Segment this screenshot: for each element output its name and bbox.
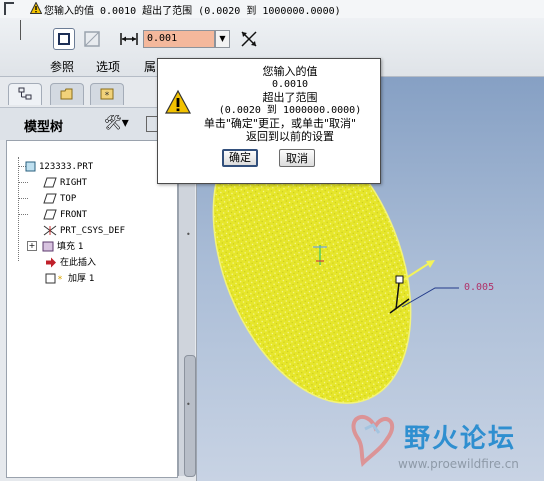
sash-grip[interactable]: • bbox=[186, 230, 191, 239]
favorites-tab[interactable]: * bbox=[90, 83, 124, 105]
tree-connector bbox=[18, 198, 28, 199]
tree-settings-icon[interactable]: 🛠▾ bbox=[104, 115, 129, 131]
cancel-button[interactable]: 取消 bbox=[279, 149, 315, 167]
model-tree-tab[interactable] bbox=[8, 83, 42, 105]
folder-icon bbox=[60, 88, 73, 100]
tab-properties[interactable]: 属 bbox=[144, 58, 156, 75]
dimension-value[interactable]: 0.005 bbox=[464, 282, 494, 293]
forum-logo-icon bbox=[351, 415, 395, 468]
dialog-message-line: 返回到以前的设置 bbox=[246, 130, 334, 143]
tree-item-part[interactable]: 123333.PRT bbox=[11, 142, 93, 172]
out-of-range-dialog: 您输入的值 0.0010 超出了范围 (0.0020 到 1000000.000… bbox=[157, 58, 381, 184]
model-tree-title: 模型树 bbox=[24, 120, 64, 135]
forum-watermark-url: www.proewildfire.cn bbox=[398, 457, 519, 471]
value-dropdown-button[interactable]: ▼ bbox=[215, 30, 230, 48]
solid-thicken-button[interactable] bbox=[53, 28, 75, 50]
tree-item-label: 加厚 1 bbox=[68, 274, 95, 284]
svg-text:*: * bbox=[58, 275, 63, 284]
drag-handle[interactable] bbox=[395, 275, 404, 284]
dashboard-divider bbox=[20, 20, 21, 40]
dialog-message-line: 超出了范围 bbox=[262, 91, 318, 104]
thicken-feature-icon: * bbox=[45, 273, 63, 284]
surface-icon bbox=[84, 31, 100, 47]
warning-small-icon bbox=[30, 2, 42, 14]
tree-item-top[interactable]: TOP bbox=[29, 174, 76, 204]
message-text: 您输入的值 0.0010 超出了范围 (0.0020 到 1000000.000… bbox=[44, 6, 341, 17]
message-bar: 您输入的值 0.0010 超出了范围 (0.0020 到 1000000.000… bbox=[0, 0, 544, 19]
favorites-icon: * bbox=[100, 88, 114, 101]
tree-item-right[interactable]: RIGHT bbox=[29, 158, 87, 188]
tree-item-insert-here[interactable]: 在此插入 bbox=[31, 238, 96, 268]
tab-options[interactable]: 选项 bbox=[96, 58, 120, 75]
sash-grip[interactable]: • bbox=[186, 400, 191, 409]
message-line-marker bbox=[4, 2, 14, 15]
tree-item-front[interactable]: FRONT bbox=[29, 190, 87, 220]
dialog-message-line: (0.0020 到 1000000.0000) bbox=[218, 105, 362, 116]
dialog-message-line: 0.0010 bbox=[271, 79, 309, 90]
tree-item-thicken[interactable]: * 加厚 1 bbox=[31, 254, 95, 284]
svg-text:*: * bbox=[105, 91, 110, 101]
scrollbar-thumb[interactable] bbox=[184, 355, 196, 477]
thickness-icon bbox=[118, 28, 140, 50]
ok-button[interactable]: 确定 bbox=[222, 149, 258, 167]
tree-item-csys[interactable]: PRT_CSYS_DEF bbox=[29, 206, 125, 236]
warning-icon bbox=[164, 89, 192, 114]
dialog-message-line: 单击"确定"更正，或单击"取消" bbox=[203, 117, 357, 130]
forum-watermark-text: 野火论坛 bbox=[404, 424, 517, 454]
tree-item-fill[interactable]: + 填充 1 bbox=[13, 222, 84, 252]
dialog-message-line: 您输入的值 bbox=[262, 65, 318, 78]
tree-connector bbox=[18, 182, 28, 183]
tree-connector bbox=[18, 214, 28, 215]
surface-remove-button[interactable] bbox=[81, 28, 103, 50]
tab-references[interactable]: 参照 bbox=[50, 58, 74, 75]
model-tree: 123333.PRT RIGHT TOP FRONT PRT_CSYS_DEF … bbox=[6, 140, 178, 478]
flip-direction-icon bbox=[241, 31, 257, 47]
model-tree-icon bbox=[18, 87, 32, 100]
flip-direction-button[interactable] bbox=[238, 28, 260, 50]
thickness-value-input[interactable]: 0.001 bbox=[143, 30, 215, 48]
folder-tab[interactable] bbox=[50, 83, 84, 105]
